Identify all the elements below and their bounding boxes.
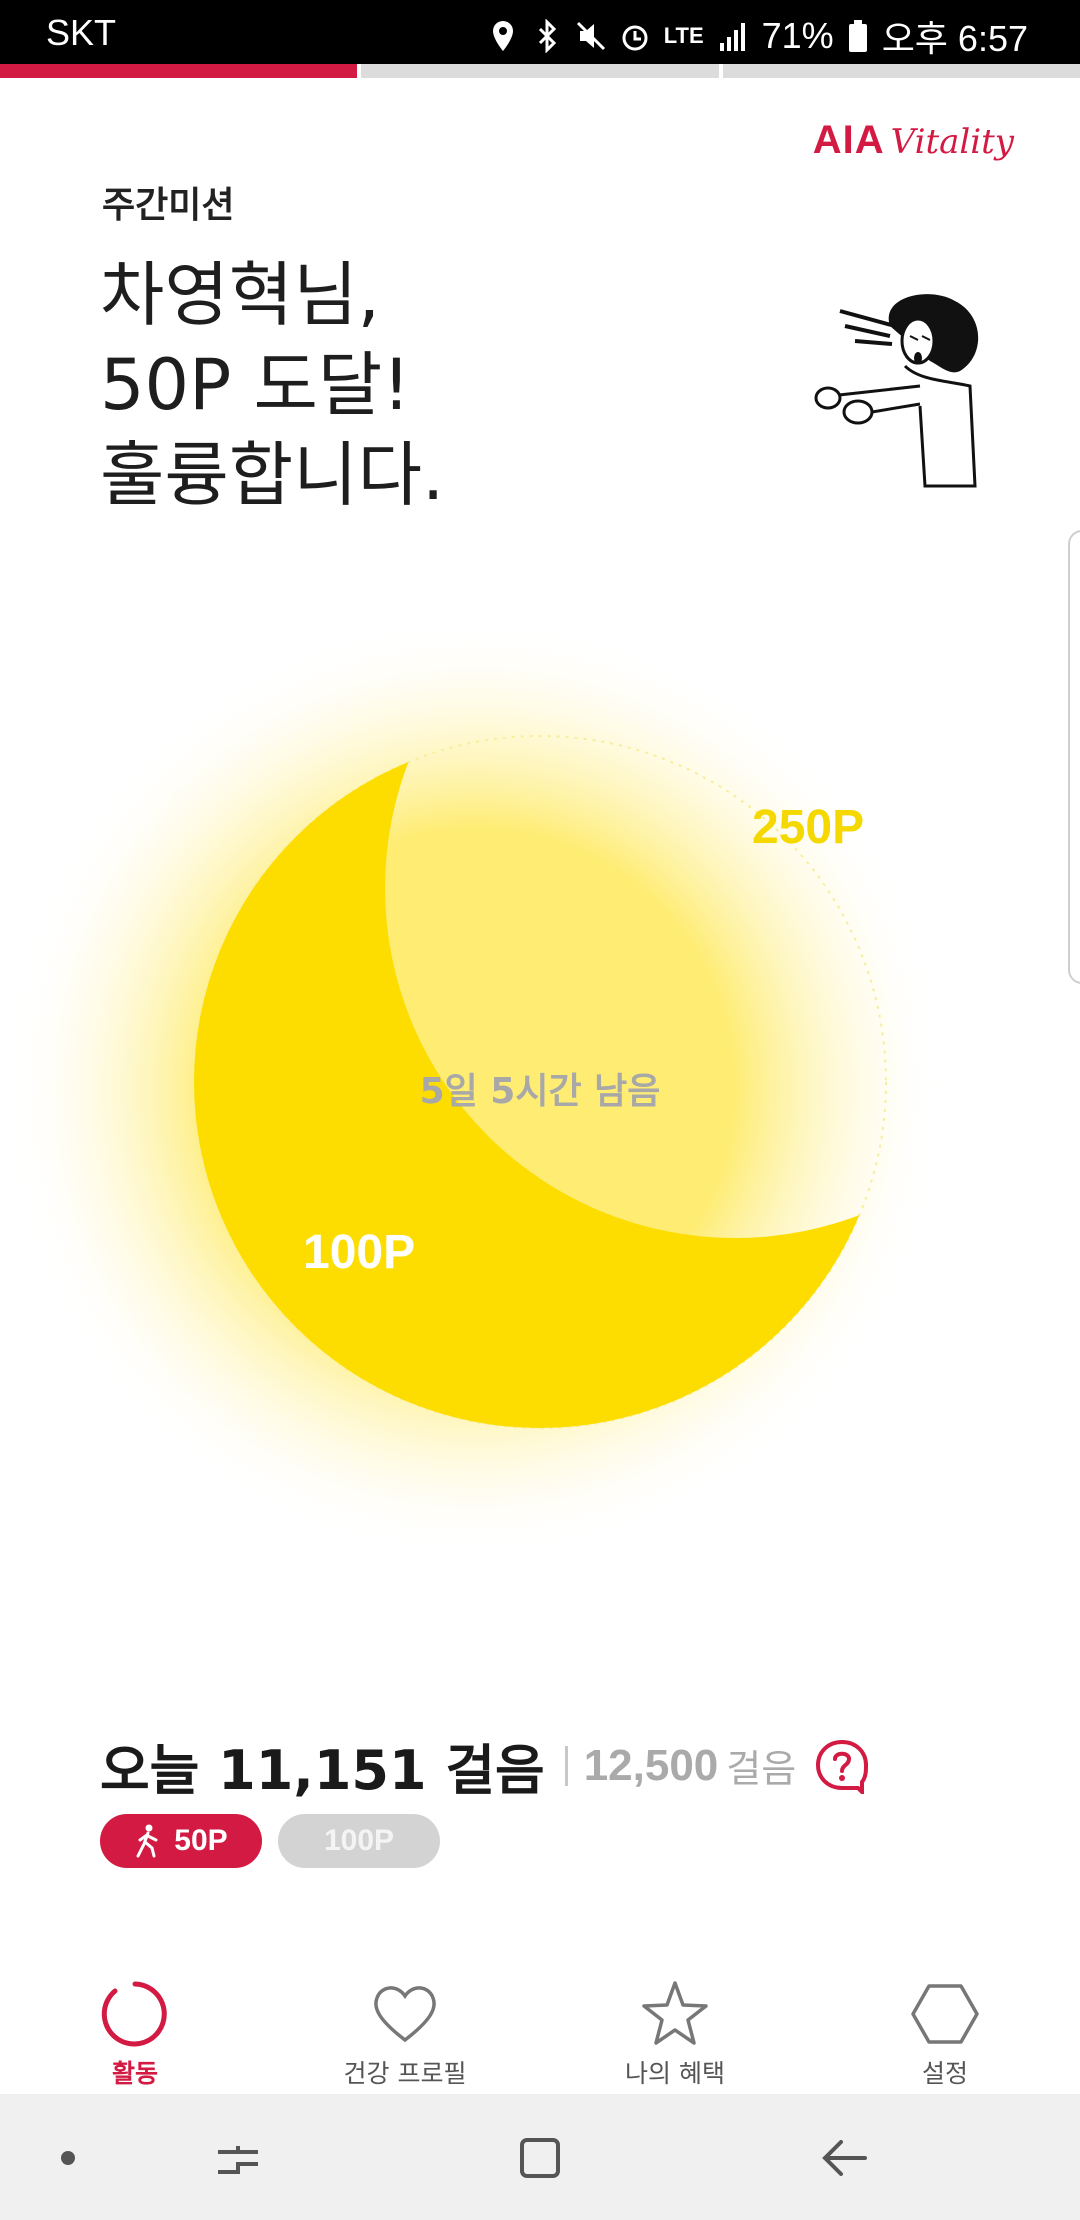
tab-my-benefits[interactable]: 나의 혜택 [540, 1966, 810, 2094]
carrier-label: SKT [46, 12, 117, 53]
progress-segment [722, 64, 1080, 78]
logo-vitality: Vitality [890, 122, 1014, 162]
system-nav-bar [0, 2094, 1080, 2220]
tab-activity[interactable]: 활동 [0, 1966, 270, 2094]
bottom-tab-bar: 활동 건강 프로필 나의 혜택 설정 [0, 1966, 1080, 2094]
alarm-icon [622, 25, 648, 51]
section-label: 주간미션 [102, 185, 235, 226]
progress-segment [361, 64, 719, 78]
pill-label: 100P [323, 1824, 395, 1857]
pill-50p[interactable]: 50P [100, 1814, 262, 1868]
logo-aia: AIA [812, 118, 885, 162]
tab-label: 건강 프로필 [343, 2059, 467, 2088]
tab-label: 나의 혜택 [625, 2059, 725, 2088]
divider [564, 1745, 568, 1786]
battery-icon [848, 20, 867, 52]
walk-icon [136, 1824, 158, 1858]
headline-line: 50P 도달! [100, 344, 411, 426]
help-icon[interactable] [814, 1738, 870, 1794]
back-icon[interactable] [815, 2130, 871, 2186]
time-remaining: 5일 5시간 남음 [419, 1071, 661, 1112]
network-type: LTE [663, 23, 704, 48]
headline: 차영혁님, 50P 도달! 훌륭합니다. [100, 250, 444, 520]
activity-ring-icon [101, 1981, 167, 2047]
level-250p-label: 250P [752, 801, 865, 854]
point-levels: 50P 100P [100, 1814, 440, 1868]
tab-settings[interactable]: 설정 [810, 1966, 1080, 2094]
pill-label: 50P [174, 1824, 228, 1857]
recents-icon[interactable] [210, 2130, 266, 2186]
tab-label: 활동 [111, 2059, 158, 2088]
tab-health-profile[interactable]: 건강 프로필 [270, 1966, 540, 2094]
progress-segment [0, 64, 358, 78]
goal-steps-unit: 걸음 [726, 1747, 797, 1791]
bluetooth-icon [538, 19, 556, 53]
tab-label: 설정 [921, 2059, 968, 2088]
goal-moon-chart [5, 620, 945, 1558]
status-icons: LTE 71% 오후 6:57 [488, 10, 1028, 62]
hexagon-icon [911, 1984, 979, 2044]
clock: 오후 6:57 [881, 18, 1028, 59]
headline-line: 차영혁님, [100, 254, 380, 336]
signal-icon [719, 23, 745, 51]
story-progress [0, 64, 1080, 78]
aia-vitality-logo: AIA Vitality [813, 118, 1014, 163]
status-bar: SKT LTE 71% 오후 6:57 [0, 0, 1080, 64]
battery-percent: 71% [761, 15, 834, 56]
stretching-person-illustration [814, 294, 979, 488]
today-steps: 오늘 11,151 걸음 [100, 1739, 545, 1802]
dot-indicator-icon [61, 2151, 75, 2165]
pill-100p[interactable]: 100P [278, 1814, 440, 1868]
location-icon [492, 21, 513, 51]
steps-summary: 오늘 11,151 걸음 12,500 걸음 [100, 1726, 870, 1805]
goal-steps-value: 12,500 [583, 1740, 719, 1790]
level-100p-label: 100P [303, 1226, 416, 1279]
headline-line: 훌륭합니다. [100, 434, 445, 516]
star-icon [642, 1981, 708, 2045]
heart-icon [374, 1986, 436, 2043]
home-icon[interactable] [512, 2130, 568, 2186]
mute-icon [576, 21, 605, 51]
